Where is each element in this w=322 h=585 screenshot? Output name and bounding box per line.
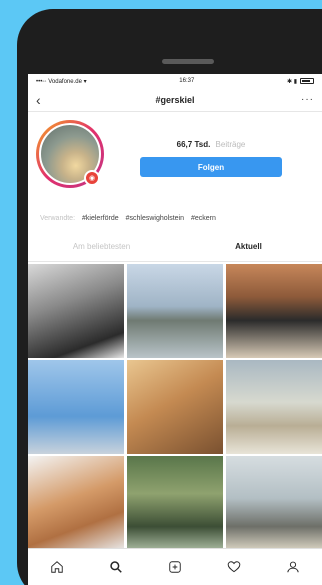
back-icon[interactable]: ‹ [36,92,52,108]
tab-recent[interactable]: Aktuell [175,242,322,251]
top-navigation: ‹ #gerskiel ··· [28,88,322,112]
phone-speaker [162,59,214,64]
hashtag-link[interactable]: #kielerförde [82,215,119,222]
bottom-navigation [28,548,322,585]
status-bar: •••◦◦ Vodafone.de ▾ 16:37 ✱ ▮ [28,74,322,88]
carrier-label: •••◦◦ Vodafone.de ▾ [36,78,87,85]
grid-photo[interactable] [226,456,322,550]
add-icon[interactable] [163,555,187,579]
heart-icon[interactable] [222,555,246,579]
related-label: Verwandte: [40,214,76,222]
grid-photo[interactable] [226,360,322,454]
follow-button[interactable]: Folgen [140,157,282,177]
hashtag-link[interactable]: #eckern [191,215,216,222]
feed-tabs: Am beliebtesten Aktuell [28,232,322,262]
photo-grid [28,264,322,550]
home-icon[interactable] [45,555,69,579]
battery-icon [300,78,314,84]
post-count-label: Beiträge [215,140,246,149]
live-badge-icon: ◉ [84,170,100,186]
bluetooth-icon: ✱ ▮ [287,78,297,85]
grid-photo[interactable] [127,360,223,454]
grid-photo[interactable] [28,456,124,550]
status-time: 16:37 [179,78,195,84]
search-icon[interactable] [104,555,128,579]
post-stats: 66,7 Tsd. Beiträge Folgen [140,140,282,177]
grid-photo[interactable] [226,264,322,358]
page-title: #gerskiel [155,94,195,105]
related-hashtags: Verwandte: #kielerförde #schleswigholste… [28,204,322,232]
hashtag-header: ◉ 66,7 Tsd. Beiträge Folgen [28,112,322,204]
grid-photo[interactable] [127,456,223,550]
tab-top-posts[interactable]: Am beliebtesten [28,242,175,251]
app-screen: •••◦◦ Vodafone.de ▾ 16:37 ✱ ▮ ‹ #gerskie… [28,74,322,585]
profile-icon[interactable] [281,555,305,579]
grid-photo[interactable] [28,264,124,358]
post-count-line: 66,7 Tsd. Beiträge [140,140,282,149]
grid-photo[interactable] [127,264,223,358]
grid-photo[interactable] [28,360,124,454]
hashtag-link[interactable]: #schleswigholstein [126,215,184,222]
post-count: 66,7 Tsd. [176,140,211,149]
more-icon[interactable]: ··· [298,94,314,105]
status-right: ✱ ▮ [287,78,314,85]
